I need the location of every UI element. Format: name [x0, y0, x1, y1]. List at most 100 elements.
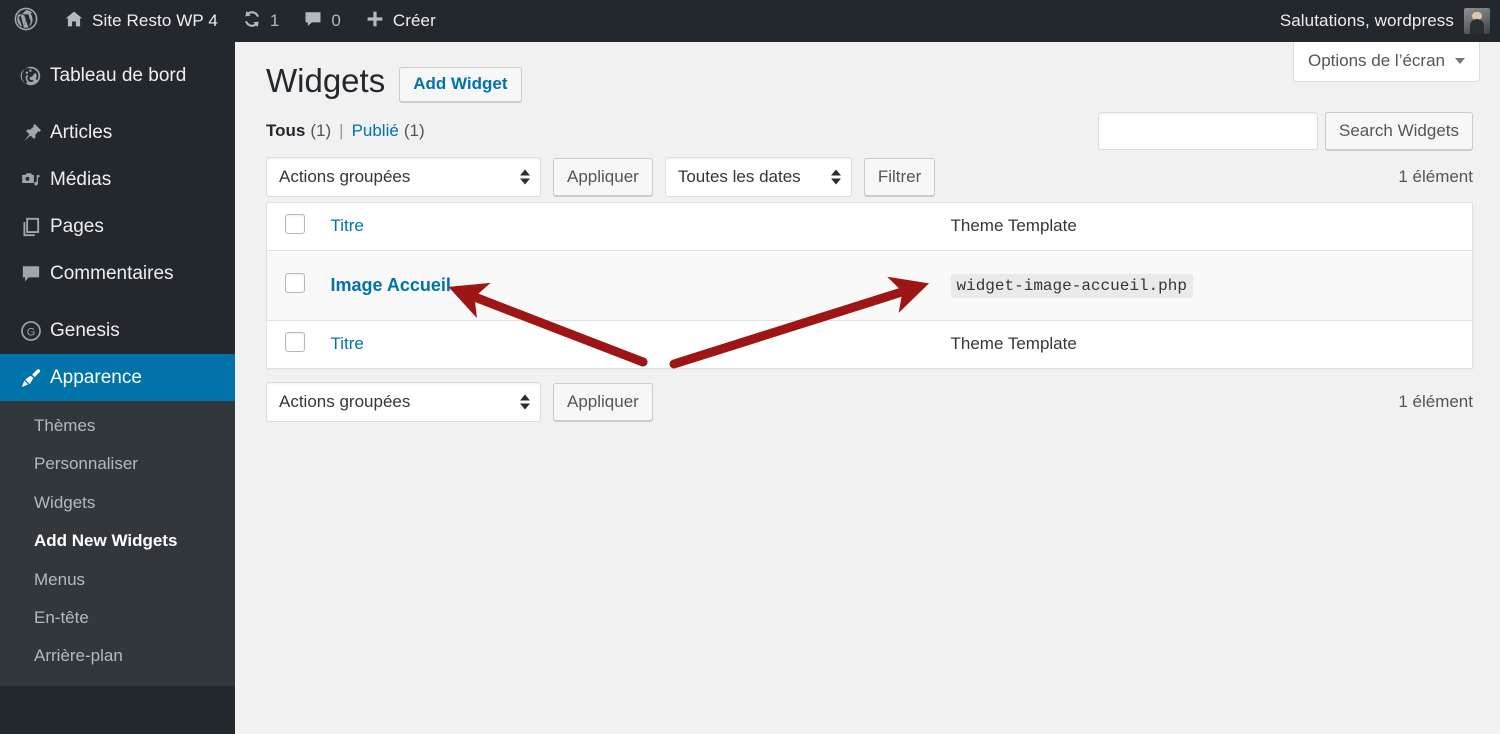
- template-column-footer: Theme Template: [940, 319, 1473, 369]
- howdy-label: Salutations, wordpress: [1279, 11, 1454, 30]
- bulk-action-select-bottom[interactable]: Actions groupées: [266, 381, 541, 422]
- displaying-num-top: 1 élément: [1398, 166, 1473, 186]
- wp-logo-menu-item[interactable]: [0, 0, 52, 42]
- row-title-link[interactable]: Image Accueil: [331, 275, 451, 295]
- my-account-menu-item[interactable]: Salutations, wordpress: [1268, 0, 1500, 42]
- plus-icon: [365, 9, 385, 34]
- date-filter-select-wrap: Toutes les dates: [664, 156, 852, 197]
- sidebar-item-label: Médias: [50, 168, 112, 190]
- tablenav-top-actions: Actions groupées Appliquer Toutes les da…: [266, 156, 936, 197]
- comments-count: 0: [331, 11, 341, 30]
- sidebar-item-posts[interactable]: Articles: [0, 109, 235, 156]
- wordpress-logo-icon: [14, 7, 38, 36]
- title-column-footer: Titre: [320, 319, 941, 369]
- submenu-item-add-new-widgets[interactable]: Add New Widgets: [0, 522, 235, 560]
- row-template-cell: widget-image-accueil.php: [941, 250, 1473, 320]
- tablenav-bottom: Actions groupées Appliquer 1 élément: [266, 381, 1473, 422]
- displaying-num-bottom: 1 élément: [1398, 391, 1473, 411]
- sidebar-item-dashboard[interactable]: Tableau de bord: [0, 52, 235, 99]
- title-column-header: Titre: [320, 202, 941, 251]
- sidebar-item-label: Apparence: [50, 366, 142, 388]
- submenu-item-widgets[interactable]: Widgets: [0, 484, 235, 522]
- template-column-header: Theme Template: [940, 202, 1473, 251]
- select-all-header: [266, 202, 321, 251]
- comment-bubble-icon: [20, 263, 50, 285]
- apply-button-top[interactable]: Appliquer: [553, 157, 653, 196]
- pushpin-icon: [20, 122, 50, 144]
- submenu-item-header[interactable]: En-tête: [0, 599, 235, 637]
- add-widget-button[interactable]: Add Widget: [399, 66, 522, 102]
- bulk-action-select-wrap-top: Actions groupées: [266, 156, 541, 197]
- filter-published[interactable]: Publié (1): [352, 121, 425, 141]
- appearance-submenu: Thèmes Personnaliser Widgets Add New Wid…: [0, 401, 235, 686]
- new-content-label: Créer: [392, 11, 436, 30]
- select-all-checkbox-bottom[interactable]: [285, 331, 305, 352]
- genesis-g-icon: G: [20, 320, 50, 342]
- title-sort-link-top[interactable]: Titre: [331, 216, 364, 235]
- sidebar-item-appearance[interactable]: Apparence: [0, 354, 243, 401]
- sidebar-item-label: Commentaires: [50, 262, 174, 284]
- filter-all-link[interactable]: Tous: [266, 121, 305, 141]
- sidebar-item-comments[interactable]: Commentaires: [0, 250, 235, 297]
- submenu-item-background[interactable]: Arrière-plan: [0, 637, 235, 675]
- pages-stack-icon: [20, 216, 50, 238]
- updates-menu-item[interactable]: 1: [230, 0, 291, 42]
- row-checkbox[interactable]: [285, 272, 305, 293]
- select-all-checkbox-top[interactable]: [285, 213, 305, 234]
- sidebar-item-label: Pages: [50, 215, 104, 237]
- submenu-item-customize[interactable]: Personnaliser: [0, 445, 235, 483]
- site-name-label: Site Resto WP 4: [92, 11, 218, 30]
- row-template-code: widget-image-accueil.php: [950, 274, 1193, 299]
- sidebar-item-label: Tableau de bord: [50, 64, 187, 86]
- table-row: Image Accueil widget-image-accueil.php: [266, 250, 1473, 321]
- site-name-menu-item[interactable]: Site Resto WP 4: [52, 0, 230, 42]
- page-title: Widgets: [266, 62, 386, 99]
- bulk-action-select-top[interactable]: Actions groupées: [266, 156, 541, 197]
- sidebar-top-group: Tableau de bord Articles Médias Pages Co…: [0, 42, 243, 401]
- filter-divider: |: [339, 120, 344, 140]
- updates-count: 1: [269, 11, 280, 30]
- row-select-cell: [267, 250, 321, 320]
- row-title-cell: Image Accueil: [321, 250, 941, 320]
- table-foot: Titre Theme Template: [266, 319, 1473, 369]
- title-sort-link-bottom[interactable]: Titre: [331, 334, 364, 353]
- search-box: Search Widgets: [1098, 112, 1473, 150]
- submenu-item-menus[interactable]: Menus: [0, 561, 235, 599]
- home-icon: [64, 9, 84, 34]
- sidebar-item-pages[interactable]: Pages: [0, 203, 235, 250]
- filter-all[interactable]: Tous (1): [266, 121, 331, 141]
- comment-bubble-icon: [303, 9, 323, 34]
- dashboard-gauge-icon: [20, 65, 50, 87]
- submenu-item-themes[interactable]: Thèmes: [0, 407, 235, 445]
- apply-button-bottom[interactable]: Appliquer: [553, 382, 653, 421]
- search-input[interactable]: [1098, 112, 1318, 150]
- date-filter-select[interactable]: Toutes les dates: [664, 156, 852, 197]
- sidebar-item-label: Genesis: [50, 319, 120, 341]
- updates-icon: [242, 9, 262, 34]
- filter-button[interactable]: Filtrer: [863, 157, 936, 196]
- sidebar-item-label: Articles: [50, 121, 113, 143]
- new-content-menu-item[interactable]: Créer: [353, 0, 448, 42]
- admin-content-area: Options de l’écran Widgets Add Widget To…: [235, 42, 1500, 734]
- select-all-footer: [266, 319, 321, 369]
- bulk-action-select-wrap-bottom: Actions groupées: [266, 381, 541, 422]
- filter-published-count: (1): [403, 120, 425, 140]
- search-widgets-button[interactable]: Search Widgets: [1325, 112, 1473, 150]
- page-wrap: Widgets Add Widget Tous (1) | Publié (1)…: [235, 42, 1500, 422]
- page-title-row: Widgets Add Widget: [266, 60, 1473, 103]
- widgets-list-table: Titre Theme Template Image Accueil widge…: [266, 201, 1473, 369]
- table-header-row: Titre Theme Template: [266, 202, 1473, 251]
- admin-bar: Site Resto WP 4 1 0 Créer Salutations, w…: [0, 0, 1500, 42]
- table-body: Image Accueil widget-image-accueil.php: [266, 250, 1473, 321]
- filter-published-link[interactable]: Publié: [352, 121, 399, 141]
- sidebar-separator: [0, 99, 235, 109]
- admin-sidebar-menu: Tableau de bord Articles Médias Pages Co…: [0, 42, 243, 734]
- avatar: [1464, 8, 1490, 34]
- paintbrush-icon: [20, 367, 50, 389]
- sidebar-separator: [0, 297, 235, 307]
- comments-menu-item[interactable]: 0: [291, 0, 352, 42]
- sidebar-item-genesis[interactable]: G Genesis: [0, 307, 235, 354]
- tablenav-top: Actions groupées Appliquer Toutes les da…: [266, 156, 1473, 197]
- filter-all-count: (1): [310, 120, 332, 140]
- sidebar-item-media[interactable]: Médias: [0, 156, 235, 203]
